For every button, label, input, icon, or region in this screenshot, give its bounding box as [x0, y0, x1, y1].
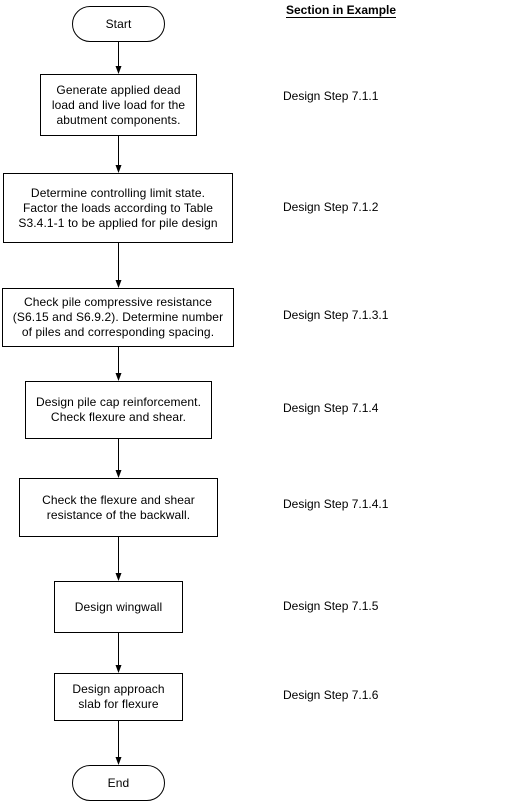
step-controlling-limit-state: Determine controlling limit state. Facto…	[3, 173, 233, 243]
step-generate-loads: Generate applied dead load and live load…	[40, 74, 197, 136]
end-terminal: End	[72, 765, 165, 801]
arrowhead-icon	[115, 373, 122, 381]
arrowhead-icon	[115, 165, 122, 173]
arrowhead-icon	[115, 665, 122, 673]
arrowhead-icon	[115, 573, 122, 581]
section-label-7-1-1: Design Step 7.1.1	[283, 89, 379, 103]
section-label-7-1-2: Design Step 7.1.2	[283, 200, 379, 214]
arrowhead-icon	[115, 66, 122, 74]
step-backwall-resistance: Check the flexure and shear resistance o…	[19, 478, 218, 537]
step-pile-cap-reinforcement: Design pile cap reinforcement. Check fle…	[25, 381, 212, 439]
section-label-7-1-3-1: Design Step 7.1.3.1	[283, 308, 389, 322]
arrowhead-icon	[115, 280, 122, 288]
step-design-wingwall: Design wingwall	[54, 581, 183, 633]
section-column-heading: Section in Example	[286, 3, 397, 18]
start-terminal: Start	[72, 6, 165, 42]
step-approach-slab: Design approach slab for flexure	[54, 673, 183, 721]
arrowhead-icon	[115, 757, 122, 765]
section-label-7-1-5: Design Step 7.1.5	[283, 599, 379, 613]
section-label-7-1-4-1: Design Step 7.1.4.1	[283, 497, 389, 511]
section-label-7-1-4: Design Step 7.1.4	[283, 401, 379, 415]
section-label-7-1-6: Design Step 7.1.6	[283, 688, 379, 702]
step-pile-compressive-resistance: Check pile compressive resistance (S6.15…	[2, 288, 234, 347]
arrowhead-icon	[115, 470, 122, 478]
